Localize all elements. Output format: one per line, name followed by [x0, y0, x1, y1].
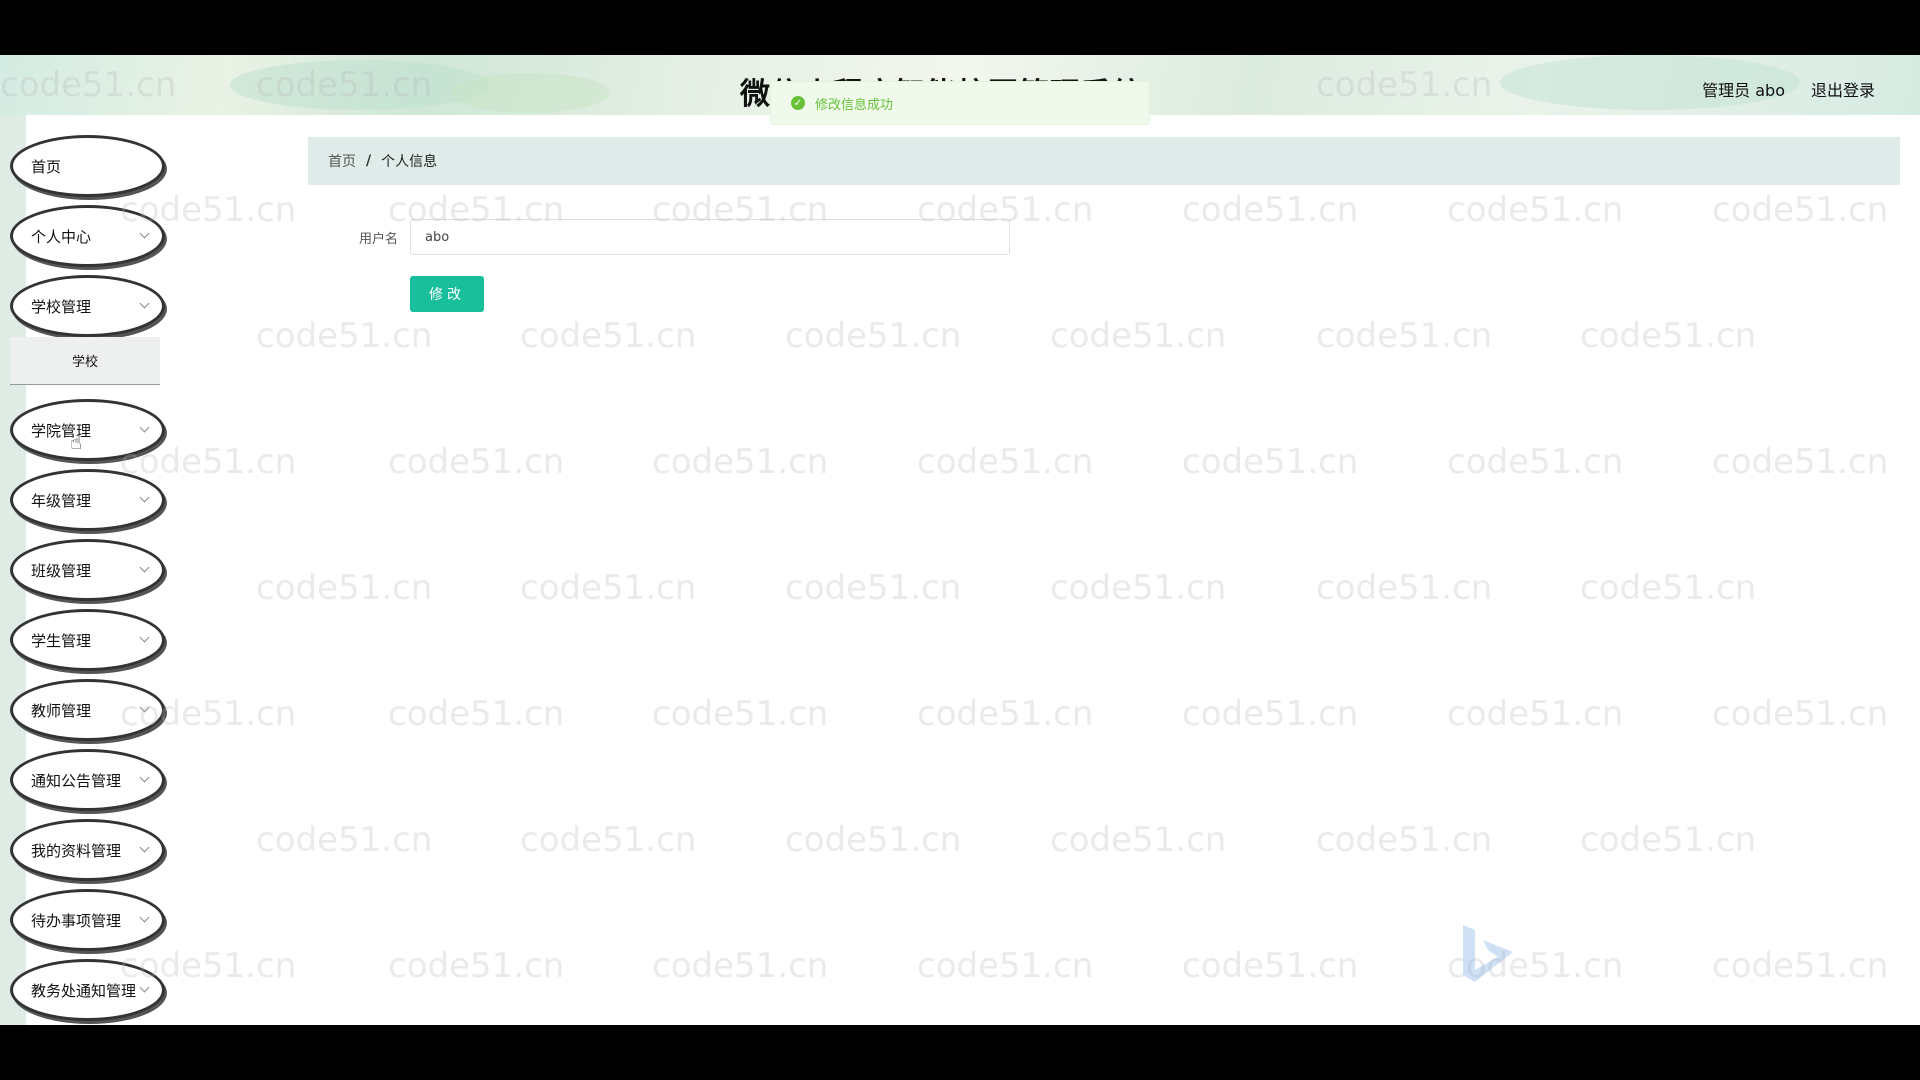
sidebar-item-label: 班级管理: [31, 561, 92, 580]
watermark: code51.cn: [520, 316, 697, 356]
watermark: code51.cn: [520, 568, 697, 608]
sidebar-item-notice-management[interactable]: 通知公告管理: [10, 749, 165, 811]
watermark: code51.cn: [1447, 190, 1624, 230]
submenu-item-school[interactable]: 学校: [10, 337, 160, 385]
sidebar-item-teacher-management[interactable]: 教师管理: [10, 679, 165, 741]
bing-logo-icon: [1463, 925, 1513, 982]
chevron-down-icon: [139, 298, 150, 309]
chevron-down-icon: [139, 228, 150, 239]
success-toast: ✓ 修改信息成功: [770, 81, 1150, 125]
toast-message: 修改信息成功: [815, 97, 894, 113]
sidebar-item-label: 个人中心: [31, 227, 92, 246]
watermark: code51.cn: [1182, 946, 1359, 986]
username-label: 用户名: [358, 231, 398, 247]
watermark: code51.cn: [917, 442, 1094, 482]
watermark: code51.cn: [388, 442, 565, 482]
watermark: code51.cn: [520, 820, 697, 860]
chevron-down-icon: [139, 702, 150, 713]
breadcrumb: 首页 / 个人信息: [308, 137, 1900, 185]
watermark: code51.cn: [1182, 694, 1359, 734]
chevron-down-icon: [139, 912, 150, 923]
header-decoration: [450, 73, 610, 113]
sidebar-item-personal-center[interactable]: 个人中心: [10, 205, 165, 267]
watermark: code51.cn: [652, 694, 829, 734]
username-form-row: 用户名: [340, 219, 1010, 255]
sidebar-item-label: 通知公告管理: [31, 771, 122, 790]
chevron-down-icon: [139, 982, 150, 993]
modify-button[interactable]: 修改: [410, 276, 484, 312]
sidebar-item-label: 我的资料管理: [31, 841, 122, 860]
user-info: 管理员 abo: [1702, 81, 1785, 100]
breadcrumb-separator: /: [366, 153, 372, 169]
watermark: code51.cn: [256, 316, 433, 356]
watermark: code51.cn: [256, 820, 433, 860]
watermark: code51.cn: [1580, 820, 1757, 860]
watermark: code51.cn: [917, 694, 1094, 734]
watermark: code51.cn: [1712, 946, 1889, 986]
watermark: code51.cn: [652, 946, 829, 986]
watermark: code51.cn: [1050, 820, 1227, 860]
watermark: code51.cn: [1580, 568, 1757, 608]
watermark: code51.cn: [1182, 442, 1359, 482]
watermark: code51.cn: [1182, 190, 1359, 230]
sidebar-item-school-management[interactable]: 学校管理: [10, 275, 165, 337]
sidebar-item-home[interactable]: 首页: [10, 135, 165, 197]
watermark: code51.cn: [785, 820, 962, 860]
watermark: code51.cn: [1316, 568, 1493, 608]
chevron-down-icon: [139, 492, 150, 503]
breadcrumb-current: 个人信息: [381, 154, 438, 170]
chevron-down-icon: [139, 422, 150, 433]
letterbox-bottom: [0, 1025, 1920, 1080]
sidebar-item-label: 教师管理: [31, 701, 92, 720]
chevron-down-icon: [139, 632, 150, 643]
watermark: code51.cn: [1316, 820, 1493, 860]
sidebar-item-my-materials-management[interactable]: 我的资料管理: [10, 819, 165, 881]
chevron-down-icon: [139, 562, 150, 573]
sidebar-item-academic-notice-management[interactable]: 教务处通知管理: [10, 959, 165, 1021]
sidebar-item-label: 学生管理: [31, 631, 92, 650]
watermark: code51.cn: [652, 442, 829, 482]
watermark: code51.cn: [785, 316, 962, 356]
header-decoration: [230, 60, 490, 110]
sidebar-item-class-management[interactable]: 班级管理: [10, 539, 165, 601]
watermark: code51.cn: [388, 946, 565, 986]
watermark: code51.cn: [1447, 442, 1624, 482]
watermark: code51.cn: [1580, 316, 1757, 356]
watermark: code51.cn: [785, 568, 962, 608]
username-input[interactable]: [410, 219, 1010, 255]
sidebar-item-label: 待办事项管理: [31, 911, 122, 930]
watermark: code51.cn: [1712, 442, 1889, 482]
watermark: code51.cn: [256, 568, 433, 608]
breadcrumb-home[interactable]: 首页: [328, 151, 356, 171]
sidebar-item-grade-management[interactable]: 年级管理: [10, 469, 165, 531]
chevron-down-icon: [139, 842, 150, 853]
watermark: code51.cn: [1712, 694, 1889, 734]
sidebar-item-label: 年级管理: [31, 491, 92, 510]
sidebar-item-college-management[interactable]: 学院管理: [10, 399, 165, 461]
sidebar-item-label: 首页: [31, 157, 62, 176]
watermark: code51.cn: [1050, 316, 1227, 356]
watermark: code51.cn: [388, 694, 565, 734]
logout-link[interactable]: 退出登录: [1811, 77, 1875, 101]
hand-cursor-icon: ☝: [70, 430, 83, 454]
watermark: code51.cn: [1316, 316, 1493, 356]
sidebar-item-label: 学校管理: [31, 297, 92, 316]
watermark: code51.cn: [1447, 694, 1624, 734]
sidebar-item-todo-management[interactable]: 待办事项管理: [10, 889, 165, 951]
chevron-down-icon: [139, 772, 150, 783]
watermark: code51.cn: [917, 946, 1094, 986]
sidebar-item-label: 教务处通知管理: [31, 981, 137, 1000]
check-circle-icon: ✓: [791, 96, 805, 110]
sidebar-item-student-management[interactable]: 学生管理: [10, 609, 165, 671]
watermark: code51.cn: [1712, 190, 1889, 230]
watermark: code51.cn: [1050, 568, 1227, 608]
app-window: 微信小程序智能校园管理系统 管理员 abo 退出登录 ✓ 修改信息成功 首页 个…: [0, 55, 1920, 1025]
letterbox-top: [0, 0, 1920, 55]
